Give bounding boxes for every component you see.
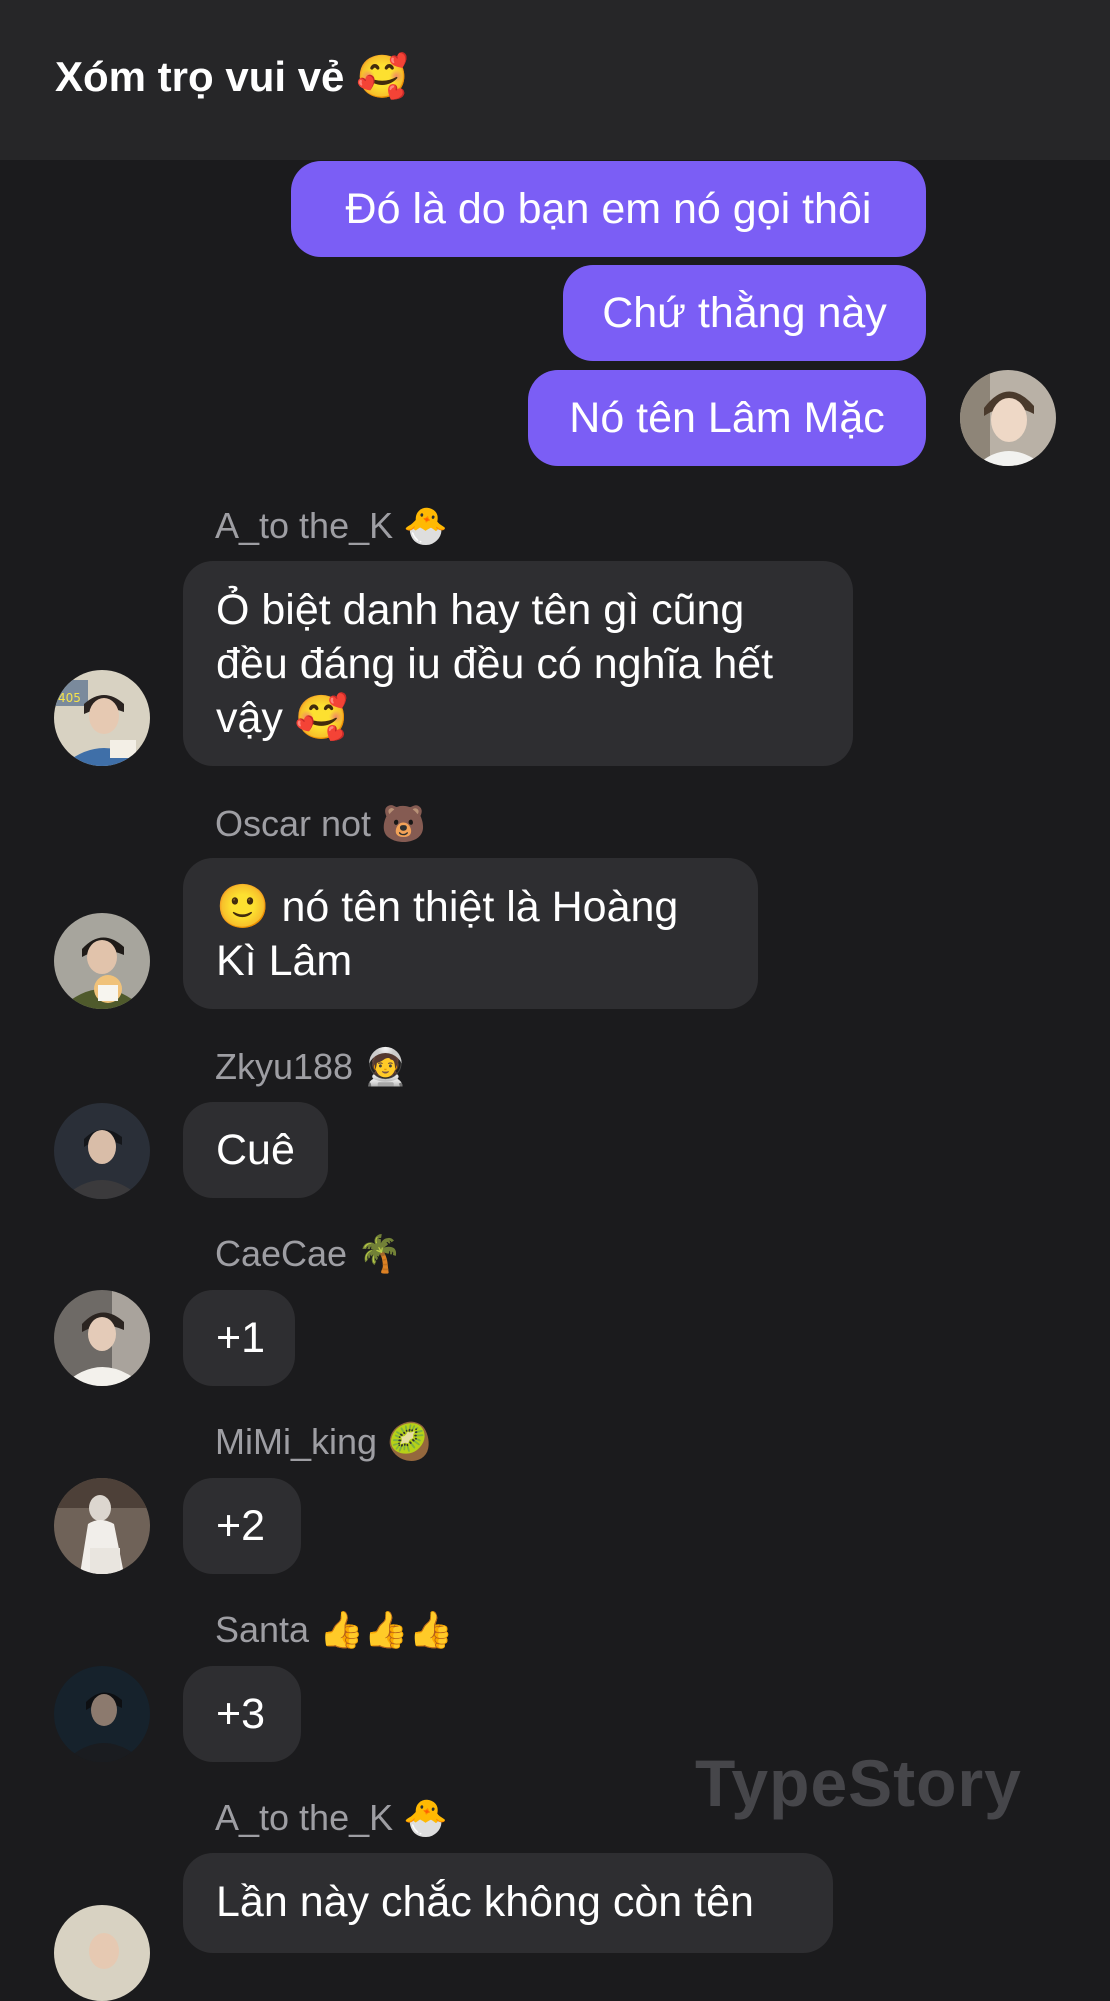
message-line: Cuê xyxy=(216,1126,295,1174)
sender-avatar[interactable] xyxy=(54,1103,150,1199)
incoming-message-bubble[interactable]: Cuê xyxy=(183,1102,328,1198)
incoming-message-bubble[interactable]: Ỏ biệt danh hay tên gì cũng đều đáng iu … xyxy=(183,561,853,766)
outgoing-message-bubble[interactable]: Đó là do bạn em nó gọi thôi xyxy=(291,161,926,257)
incoming-message-bubble[interactable]: +2 xyxy=(183,1478,301,1574)
message-line: +1 xyxy=(216,1314,266,1362)
message-text: Nó tên Lâm Mặc xyxy=(569,394,885,442)
sender-name: MiMi_king 🥝 xyxy=(215,1421,432,1463)
message-line: +3 xyxy=(216,1690,266,1738)
watermark-text: TypeStory xyxy=(695,1746,1022,1820)
message-line: Ỏ biệt danh hay tên gì cũng xyxy=(216,586,745,634)
incoming-message-bubble[interactable]: +3 xyxy=(183,1666,301,1762)
incoming-message-bubble[interactable]: +1 xyxy=(183,1290,295,1386)
message-text: Đó là do bạn em nó gọi thôi xyxy=(345,185,872,233)
message-line: Kì Lâm xyxy=(216,937,353,985)
outgoing-message-bubble[interactable]: Nó tên Lâm Mặc xyxy=(528,370,926,466)
sender-name: A_to the_K 🐣 xyxy=(215,505,448,547)
sender-avatar[interactable] xyxy=(54,1478,150,1574)
outgoing-message-bubble[interactable]: Chứ thằng này xyxy=(563,265,926,361)
message-line: vậy 🥰 xyxy=(216,694,349,742)
my-avatar[interactable] xyxy=(960,370,1056,466)
chat-header: Xóm trọ vui vẻ 🥰 xyxy=(0,0,1110,160)
sender-avatar[interactable]: 405 xyxy=(54,670,150,766)
sender-name: A_to the_K 🐣 xyxy=(215,1797,448,1839)
incoming-message-bubble[interactable]: 🙂 nó tên thiệt là Hoàng Kì Lâm xyxy=(183,858,758,1009)
sender-avatar[interactable] xyxy=(54,1290,150,1386)
sender-avatar[interactable] xyxy=(54,1666,150,1762)
message-line: 🙂 nó tên thiệt là Hoàng xyxy=(216,883,679,931)
group-title[interactable]: Xóm trọ vui vẻ 🥰 xyxy=(55,52,408,102)
group-title-text: Xóm trọ vui vẻ xyxy=(55,53,345,100)
message-text: Chứ thằng này xyxy=(602,289,887,337)
sender-name: Zkyu188 🧑‍🚀 xyxy=(215,1046,408,1088)
svg-text:405: 405 xyxy=(58,691,81,705)
sender-name: Santa 👍👍👍 xyxy=(215,1609,454,1651)
message-line: đều đáng iu đều có nghĩa hết xyxy=(216,640,774,688)
group-title-emoji: 🥰 xyxy=(356,52,409,101)
message-line: +2 xyxy=(216,1502,266,1550)
sender-avatar[interactable] xyxy=(54,913,150,1009)
sender-name: Oscar not 🐻 xyxy=(215,803,426,845)
sender-avatar[interactable] xyxy=(54,1905,150,2001)
message-line: Lần này chắc không còn tên xyxy=(216,1878,754,1926)
sender-name: CaeCae 🌴 xyxy=(215,1233,402,1275)
incoming-message-bubble[interactable]: Lần này chắc không còn tên xyxy=(183,1853,833,1953)
